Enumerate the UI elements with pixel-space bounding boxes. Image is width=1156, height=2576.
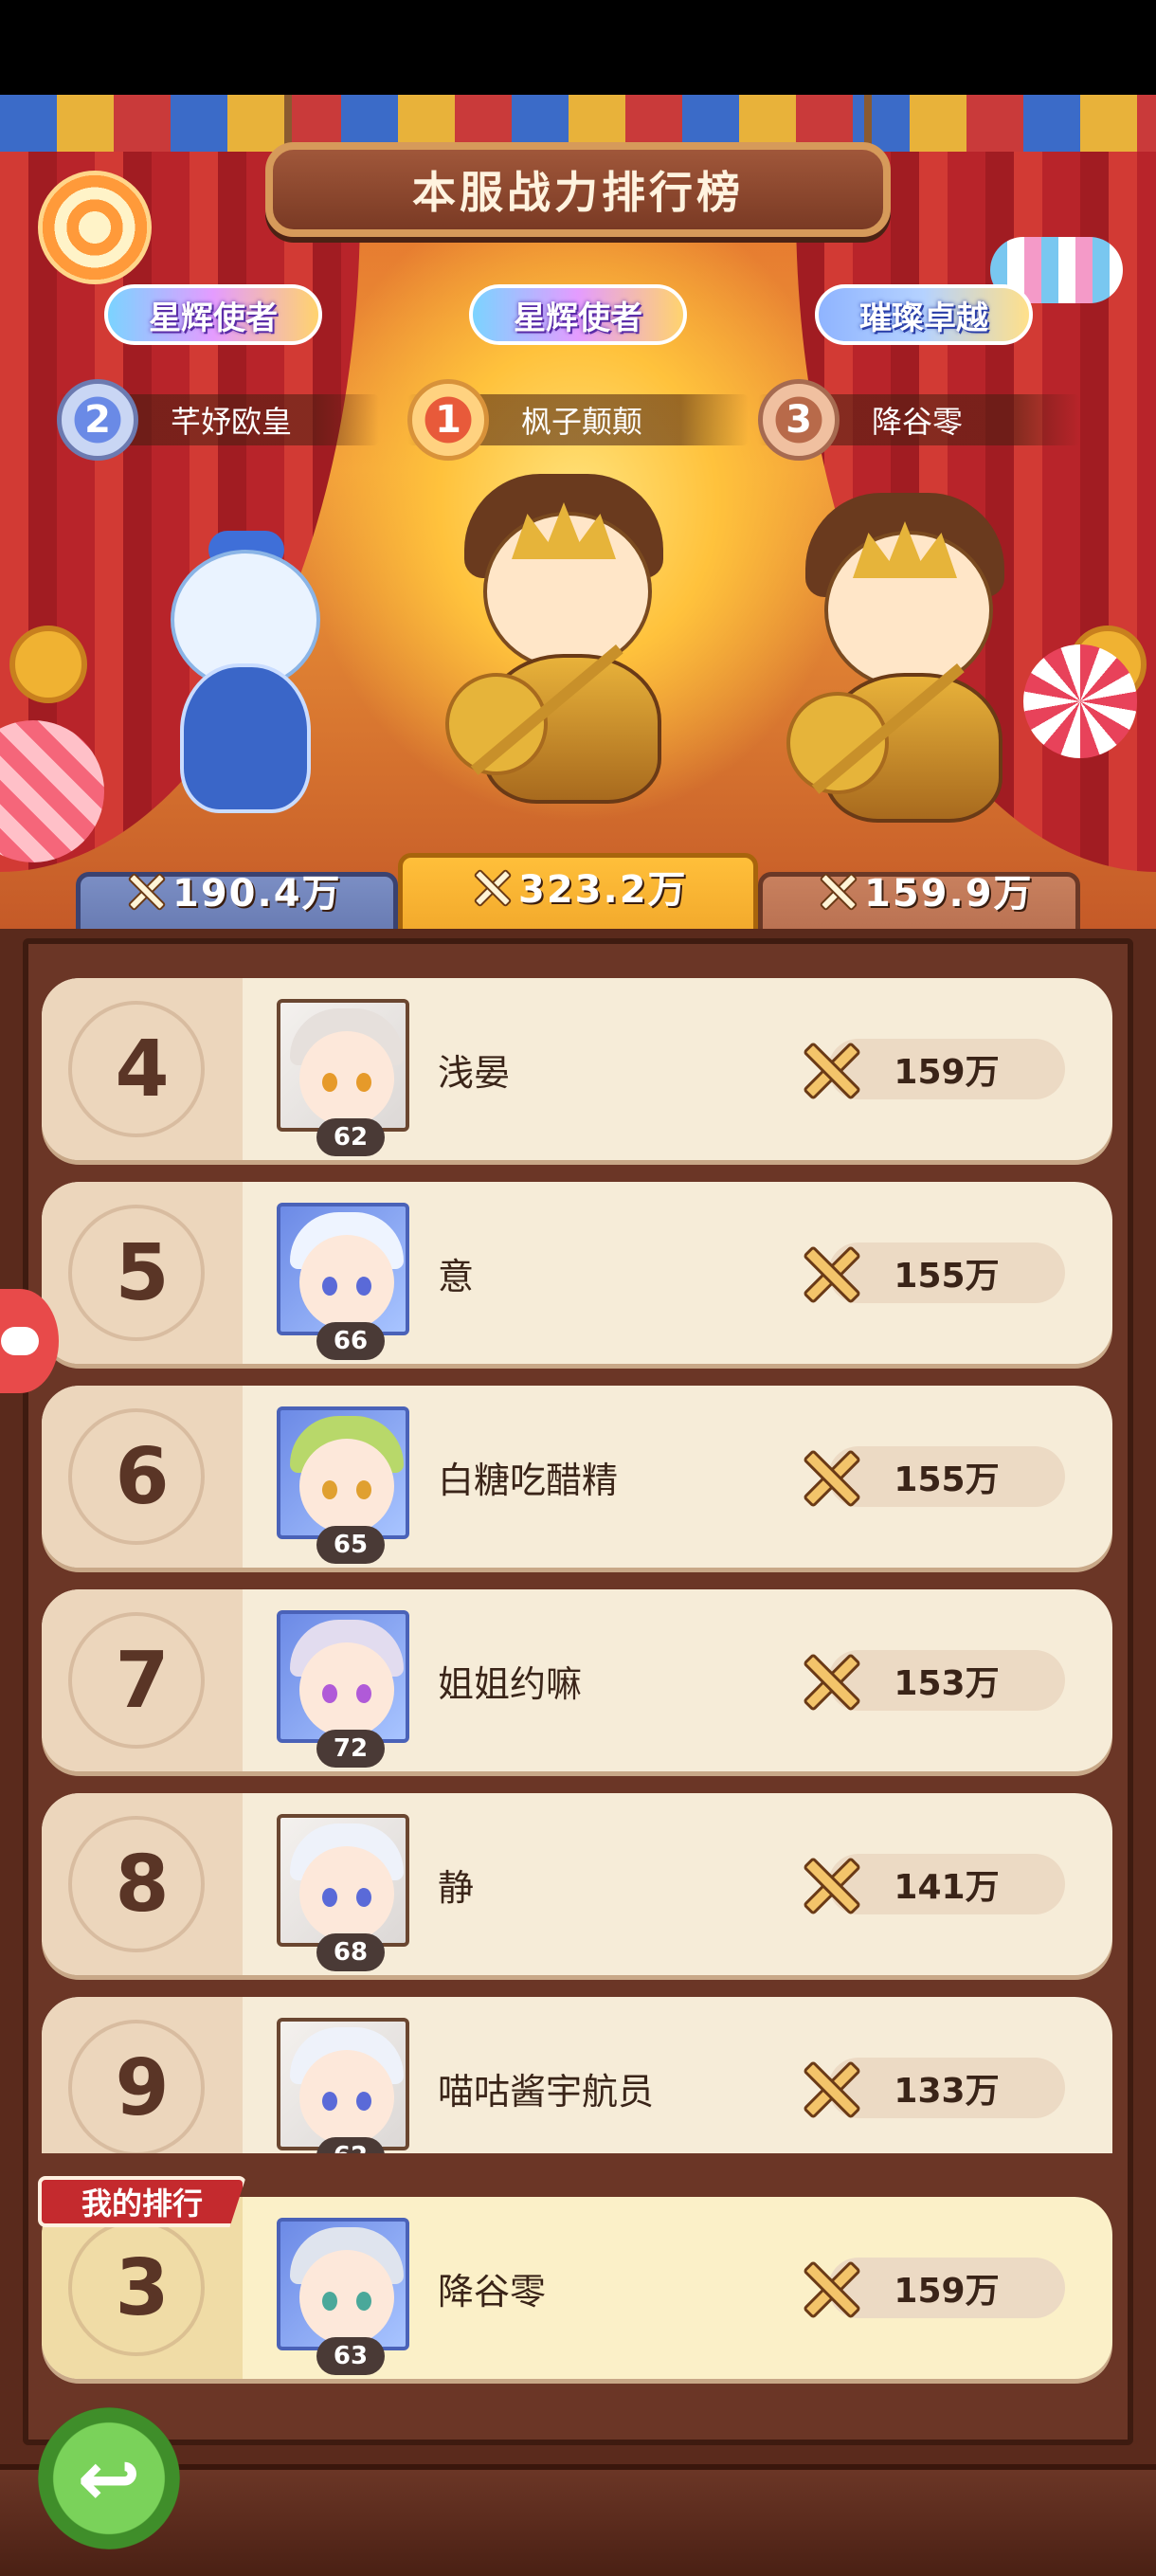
player-name: 降谷零 [872,404,964,440]
power-value: 159万 [894,1053,1000,1092]
curtain-tie-left [9,626,87,703]
my-rank-tag: 我的排行 [38,2176,246,2227]
title-badge-rank-3: 璀璨卓越 [815,284,1033,345]
level-badge: 62 [316,2137,385,2153]
power-box: 153万 [828,1650,1065,1711]
crossed-swords-icon [123,869,165,911]
rank-number: 4 [115,1024,170,1115]
power-box: 133万 [828,2058,1065,2118]
status-bar [0,0,1156,95]
player-avatar[interactable] [277,1203,409,1335]
rank-medal-3: 3 [758,379,840,461]
player-avatar[interactable] [277,1610,409,1743]
rank-number: 8 [115,1839,170,1930]
player-name: 姐姐约嘛 [438,1662,583,1705]
power-box: 159万 [828,2258,1065,2318]
podium-power-rank-3: 159.9万 [815,862,1034,917]
character-rank-2[interactable] [142,531,341,834]
power-value: 159.9万 [864,872,1034,916]
player-avatar[interactable] [277,999,409,1132]
player-name: 白糖吃醋精 [438,1459,619,1501]
candy-decoration [38,171,152,284]
level-badge: 63 [316,2337,385,2375]
power-value: 155万 [894,1460,1000,1499]
podium-power-rank-2: 190.4万 [123,862,342,917]
podium-stage: 本服战力排行榜 星辉使者 星辉使者 璀璨卓越 芊妤欧皇 枫子颠颠 降谷零 2 1… [0,95,1156,929]
player-avatar[interactable] [277,1406,409,1539]
crossed-swords-icon [815,869,857,911]
back-button[interactable]: ↩ [38,2407,180,2549]
player-avatar[interactable] [277,2018,409,2150]
rank-medal-1: 1 [407,379,489,461]
rank-medal-2: 2 [57,379,138,461]
rank-number: 6 [115,1431,170,1522]
character-rank-1[interactable] [445,474,711,834]
player-name: 静 [438,1866,475,1909]
player-name: 意 [438,1255,475,1297]
player-name: 喵咕酱宇航员 [438,2070,655,2113]
ranking-row[interactable]: 5 66 意 155万 [42,1182,1112,1364]
power-value: 141万 [894,1868,1000,1907]
character-body [180,663,311,813]
power-value: 159万 [894,2272,1000,2311]
level-badge: 65 [316,1526,385,1564]
ranking-row[interactable]: 4 62 浅晏 159万 [42,978,1112,1160]
power-value: 323.2万 [518,868,688,912]
player-name: 浅晏 [438,1051,511,1094]
rank-number: 9 [115,2042,170,2133]
ranking-row[interactable]: 6 65 白糖吃醋精 155万 [42,1386,1112,1568]
rank-number: 7 [115,1635,170,1726]
podium-power-rank-1: 323.2万 [469,859,688,914]
level-badge: 66 [316,1322,385,1360]
power-box: 155万 [828,1446,1065,1507]
level-badge: 72 [316,1730,385,1768]
power-value: 190.4万 [172,872,342,916]
page-title: 本服战力排行榜 [412,167,744,218]
rank-number: 5 [115,1227,170,1318]
ranking-row[interactable]: 9 62 喵咕酱宇航员 133万 [42,1997,1112,2153]
power-box: 155万 [828,1243,1065,1303]
player-name: 芊妤欧皇 [171,404,293,440]
ranking-row[interactable]: 7 72 姐姐约嘛 153万 [42,1589,1112,1771]
player-name: 枫子颠颠 [521,404,643,440]
character-rank-3[interactable] [786,493,1052,853]
title-badge-rank-1: 星辉使者 [469,284,687,345]
back-arrow-icon: ↩ [77,2434,141,2523]
power-box: 159万 [828,1039,1065,1099]
player-name: 降谷零 [438,2270,547,2313]
player-avatar[interactable] [277,1814,409,1947]
player-avatar[interactable] [277,2218,409,2350]
power-value: 133万 [894,2072,1000,2111]
power-box: 141万 [828,1854,1065,1914]
title-sign: 本服战力排行榜 [265,142,891,237]
power-value: 153万 [894,1664,1000,1703]
crossed-swords-icon [469,865,511,907]
power-value: 155万 [894,1257,1000,1296]
ranking-row[interactable]: 8 68 静 141万 [42,1793,1112,1975]
level-badge: 62 [316,1118,385,1156]
title-badge-rank-2: 星辉使者 [104,284,322,345]
level-badge: 68 [316,1933,385,1971]
